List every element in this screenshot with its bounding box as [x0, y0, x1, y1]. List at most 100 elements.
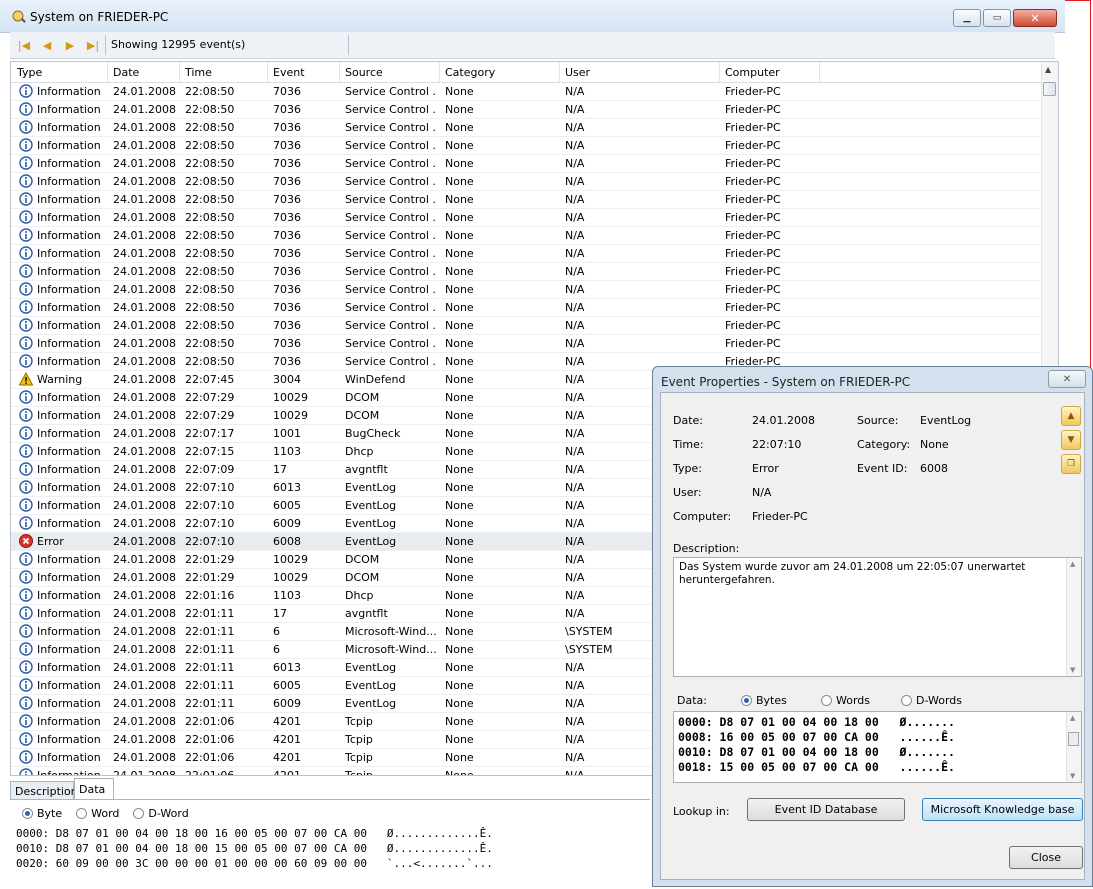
cell-user: N/A [565, 175, 585, 188]
scroll-down-icon[interactable]: ▼ [1070, 772, 1075, 780]
table-row[interactable]: Information 24.01.2008 22:08:50 7036 Service… [11, 101, 1041, 119]
next-event-icon[interactable]: ▼ [1061, 430, 1081, 450]
cell-category: None [445, 679, 474, 692]
column-separator[interactable] [719, 62, 720, 82]
cell-category: None [445, 193, 474, 206]
table-row[interactable]: Information 24.01.2008 22:08:50 7036 Service… [11, 83, 1041, 101]
information-icon [19, 714, 33, 728]
first-page-icon[interactable]: |◀ [16, 38, 32, 52]
description-textbox[interactable]: Das System wurde zuvor am 24.01.2008 um … [673, 557, 1082, 677]
tab-description[interactable]: Description [10, 781, 78, 799]
information-icon [19, 84, 33, 98]
next-page-icon[interactable]: ▶ [62, 38, 78, 52]
scroll-up-icon[interactable]: ▲ [1070, 560, 1075, 568]
dialog-close-icon[interactable]: ✕ [1048, 370, 1086, 388]
column-separator[interactable] [179, 62, 180, 82]
radio-button[interactable] [901, 695, 912, 706]
cell-source: EventLog [345, 499, 397, 512]
close-window-button[interactable]: ✕ [1013, 9, 1057, 27]
radio-byte[interactable]: Byte [22, 807, 62, 820]
previous-page-icon[interactable]: ◀ [39, 38, 55, 52]
cell-event: 17 [273, 607, 287, 620]
cell-date: 24.01.2008 [113, 103, 176, 116]
column-separator[interactable] [819, 62, 820, 82]
scroll-up-icon[interactable]: ▲ [1045, 65, 1051, 74]
scroll-up-icon[interactable]: ▲ [1070, 714, 1075, 722]
column-header-category[interactable]: Category [445, 66, 495, 79]
table-row[interactable]: Information 24.01.2008 22:08:50 7036 Service… [11, 173, 1041, 191]
close-button[interactable]: Close [1009, 846, 1083, 869]
column-separator[interactable] [559, 62, 560, 82]
cell-source: Service Control ... [345, 337, 437, 350]
scrollbar-thumb[interactable] [1043, 82, 1056, 96]
column-header-event[interactable]: Event [273, 66, 305, 79]
microsoft-knowledge-base-button[interactable]: Microsoft Knowledge base [922, 798, 1083, 821]
event-id-database-button[interactable]: Event ID Database [747, 798, 905, 821]
table-row[interactable]: Information 24.01.2008 22:08:50 7036 Service… [11, 155, 1041, 173]
cell-type: Information [37, 391, 101, 404]
copy-icon[interactable]: ❐ [1061, 454, 1081, 474]
column-header-date[interactable]: Date [113, 66, 139, 79]
main-title-bar[interactable]: System on FRIEDER-PC ▁ ▭ ✕ [0, 0, 1065, 33]
column-separator[interactable] [107, 62, 108, 82]
table-row[interactable]: Information 24.01.2008 22:08:50 7036 Service… [11, 119, 1041, 137]
cell-event: 6 [273, 625, 280, 638]
cell-computer: Frieder-PC [725, 229, 781, 242]
radio-dword[interactable]: D-Word [133, 807, 189, 820]
radio-button[interactable] [821, 695, 832, 706]
hex-line: 0000: D8 07 01 00 04 00 18 00 Ø....... [678, 715, 955, 729]
cell-event: 4201 [273, 769, 301, 776]
radio-button-selected[interactable] [22, 808, 33, 819]
table-row[interactable]: Information 24.01.2008 22:08:50 7036 Service… [11, 335, 1041, 353]
table-row[interactable]: Information 24.01.2008 22:08:50 7036 Service… [11, 227, 1041, 245]
data-hex-textbox[interactable]: 0000: D8 07 01 00 04 00 18 00 Ø....... 00… [673, 711, 1082, 783]
description-scrollbar[interactable]: ▲ ▼ [1066, 558, 1081, 676]
radio-button[interactable] [76, 808, 88, 819]
cell-category: None [445, 85, 474, 98]
column-header-computer[interactable]: Computer [725, 66, 780, 79]
column-separator[interactable] [267, 62, 268, 82]
radio-label: Word [91, 807, 120, 820]
scrollbar-thumb[interactable] [1068, 732, 1079, 746]
cell-source: Service Control ... [345, 247, 437, 260]
table-row[interactable]: Information 24.01.2008 22:08:50 7036 Service… [11, 317, 1041, 335]
column-header-source[interactable]: Source [345, 66, 383, 79]
information-icon [19, 462, 33, 476]
cell-category: None [445, 733, 474, 746]
scroll-down-icon[interactable]: ▼ [1070, 666, 1075, 674]
table-row[interactable]: Information 24.01.2008 22:08:50 7036 Service… [11, 209, 1041, 227]
information-icon [19, 228, 33, 242]
radio-button-selected[interactable] [741, 695, 752, 706]
table-row[interactable]: Information 24.01.2008 22:08:50 7036 Service… [11, 281, 1041, 299]
column-separator[interactable] [339, 62, 340, 82]
maximize-button[interactable]: ▭ [983, 9, 1011, 27]
table-row[interactable]: Information 24.01.2008 22:08:50 7036 Service… [11, 263, 1041, 281]
radio-button[interactable] [133, 808, 145, 819]
table-row[interactable]: Information 24.01.2008 22:08:50 7036 Service… [11, 245, 1041, 263]
cell-time: 22:08:50 [185, 121, 235, 134]
radio-dwords[interactable]: D-Words [901, 694, 962, 707]
table-row[interactable]: Information 24.01.2008 22:08:50 7036 Service… [11, 299, 1041, 317]
table-row[interactable]: Information 24.01.2008 22:08:50 7036 Service… [11, 137, 1041, 155]
column-header-user[interactable]: User [565, 66, 590, 79]
cell-type: Information [37, 607, 101, 620]
data-scrollbar[interactable]: ▲ ▼ [1066, 712, 1081, 782]
table-row[interactable]: Information 24.01.2008 22:08:50 7036 Service… [11, 191, 1041, 209]
column-header-type[interactable]: Type [17, 66, 42, 79]
radio-word[interactable]: Word [76, 807, 119, 820]
previous-event-icon[interactable]: ▲ [1061, 406, 1081, 426]
minimize-button[interactable]: ▁ [953, 9, 981, 27]
cell-user: N/A [565, 121, 585, 134]
radio-words[interactable]: Words [821, 694, 870, 707]
radio-bytes[interactable]: Bytes [741, 694, 787, 707]
last-page-icon[interactable]: ▶| [85, 38, 101, 52]
cell-computer: Frieder-PC [725, 337, 781, 350]
column-separator[interactable] [439, 62, 440, 82]
column-header-time[interactable]: Time [185, 66, 212, 79]
cell-user: N/A [565, 319, 585, 332]
tab-data[interactable]: Data [74, 778, 114, 800]
cell-date: 24.01.2008 [113, 661, 176, 674]
cell-source: EventLog [345, 517, 397, 530]
information-icon [19, 516, 33, 530]
cell-event: 10029 [273, 571, 308, 584]
